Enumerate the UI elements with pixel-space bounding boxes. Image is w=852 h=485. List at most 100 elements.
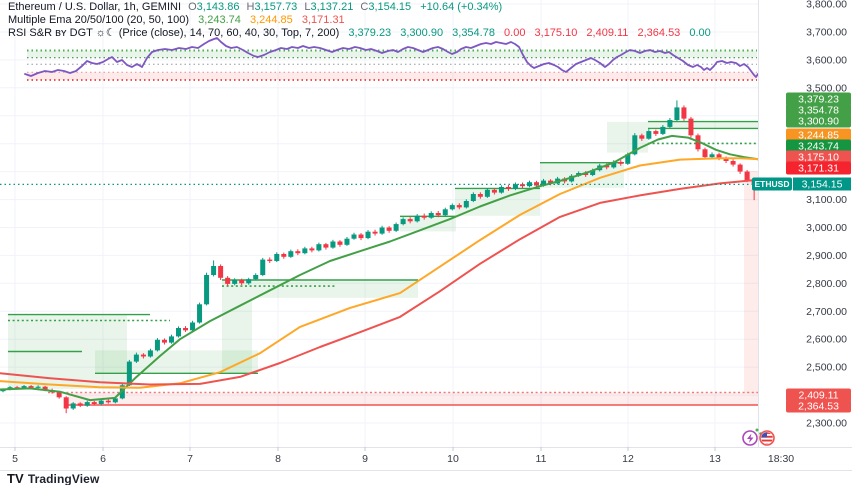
axis-label: 2,500.00 — [806, 362, 847, 374]
candle — [674, 107, 680, 120]
ema50-value: 3,244.85 — [249, 14, 293, 26]
candle — [386, 227, 392, 231]
symbol-tag: ETHUSD — [755, 179, 790, 189]
rsi-sr-value-3: 3,354.78 — [452, 27, 495, 39]
open-label: O — [188, 1, 197, 13]
candle — [63, 397, 69, 409]
axis-label: 5 — [12, 453, 18, 465]
rsi-sr-value-5: 3,175.10 — [534, 27, 578, 39]
candle — [204, 275, 210, 305]
axis-label: 6 — [100, 453, 106, 465]
candle — [140, 354, 146, 357]
chart-canvas[interactable]: 3,800.003,700.003,600.003,500.003,100.00… — [0, 0, 852, 485]
axis-label: 3,800.00 — [806, 0, 847, 11]
candle — [323, 244, 329, 248]
candle — [421, 215, 427, 218]
candle — [470, 194, 476, 201]
rsi-sr-value-8: 0.00 — [689, 27, 711, 39]
candle — [288, 251, 294, 257]
candle — [246, 279, 252, 284]
tradingview-logo-icon: TV — [7, 471, 24, 485]
candle — [442, 209, 448, 216]
legend-row-rsi-sr: RSI S&R ʙʏ DGT ☼☾ (Price (close), 14, 70… — [8, 27, 711, 40]
candle — [709, 154, 715, 158]
candle — [218, 266, 224, 278]
axis-label: 13 — [709, 453, 721, 465]
price-level-label: 3,171.31 — [786, 161, 851, 175]
candle — [211, 266, 217, 275]
candle — [133, 354, 139, 362]
legend-row-symbol: Ethereum / U.S. Dollar, 1h, GEMINI O3,14… — [8, 1, 711, 14]
candle — [91, 402, 97, 404]
candle — [351, 234, 357, 239]
axis-label: 12 — [622, 453, 634, 465]
axis-label: 2,900.00 — [806, 250, 847, 262]
rsi-sr-indicator-title[interactable]: RSI S&R ʙʏ DGT ☼☾ (Price (close), 14, 70… — [8, 27, 339, 39]
symbol-title[interactable]: Ethereum / U.S. Dollar, 1h, GEMINI — [8, 1, 181, 13]
candle — [737, 164, 743, 172]
candle — [295, 251, 301, 254]
tradingview-logo[interactable]: TV TradingView — [7, 471, 99, 485]
open-value: 3,143.86 — [196, 1, 240, 13]
candle — [302, 248, 308, 254]
axis-label: 3,300.90 — [798, 116, 839, 128]
event-icon-us-flag[interactable] — [759, 430, 775, 446]
price-axis[interactable]: 3,800.003,700.003,600.003,500.003,100.00… — [752, 0, 851, 430]
candle — [702, 149, 708, 158]
price-drop-stripe — [744, 171, 758, 393]
axis-label: 7 — [187, 453, 193, 465]
legend: Ethereum / U.S. Dollar, 1h, GEMINI O3,14… — [8, 1, 711, 40]
candle — [147, 350, 153, 357]
sr-zone — [222, 280, 418, 298]
candle — [70, 403, 76, 409]
candle — [197, 304, 203, 323]
candle — [183, 328, 189, 331]
axis-label: 11 — [536, 453, 547, 465]
sr-zone — [222, 297, 252, 373]
candle — [365, 231, 371, 239]
axis-label: 2,700.00 — [806, 306, 847, 318]
candle — [407, 219, 413, 222]
high-value: 3,157.73 — [254, 1, 298, 13]
ema100-value: 3,171.31 — [301, 14, 345, 26]
candle — [253, 275, 259, 280]
candle — [379, 227, 385, 234]
axis-label: 2,600.00 — [806, 334, 847, 346]
last-price-label: ETHUSD 3,154.15 — [752, 177, 851, 191]
candle — [316, 244, 322, 251]
candle — [161, 339, 167, 343]
axis-label: 8 — [275, 453, 281, 465]
candle — [618, 161, 624, 164]
candle — [646, 131, 652, 139]
candle — [463, 201, 469, 208]
candle — [688, 118, 694, 136]
rsi-sr-value-2: 3,300.90 — [400, 27, 444, 39]
axis-label: 2,300.00 — [806, 418, 847, 430]
candle — [56, 392, 62, 398]
candle — [730, 161, 736, 165]
candle — [484, 189, 490, 197]
axis-label: 2,364.53 — [798, 401, 839, 413]
rsi-sr-value-4: 0.00 — [504, 27, 526, 39]
candle — [105, 400, 111, 403]
change-value: +10.64 (+0.34%) — [420, 1, 503, 13]
axis-label: 9 — [362, 453, 368, 465]
candle — [344, 238, 350, 245]
candle — [372, 231, 378, 234]
time-axis[interactable]: 5 6 7 8 9 10 11 12 13 18:30 — [12, 447, 794, 465]
candle — [337, 241, 343, 245]
candle — [681, 107, 687, 119]
rsi-band — [27, 50, 757, 58]
axis-label: 2,800.00 — [806, 278, 847, 290]
candle — [77, 403, 83, 406]
candle — [414, 215, 420, 222]
candle — [358, 234, 364, 239]
axis-label: 18:30 — [768, 453, 794, 465]
candle — [267, 259, 273, 261]
rsi-band — [27, 72, 757, 80]
candle — [435, 213, 441, 216]
ema-indicator-title[interactable]: Multiple Ema 20/50/100 (20, 50, 100) — [8, 14, 189, 26]
price-level-label: 3,300.90 — [786, 114, 851, 128]
candle — [393, 224, 399, 231]
sparkle-dot — [755, 428, 759, 432]
